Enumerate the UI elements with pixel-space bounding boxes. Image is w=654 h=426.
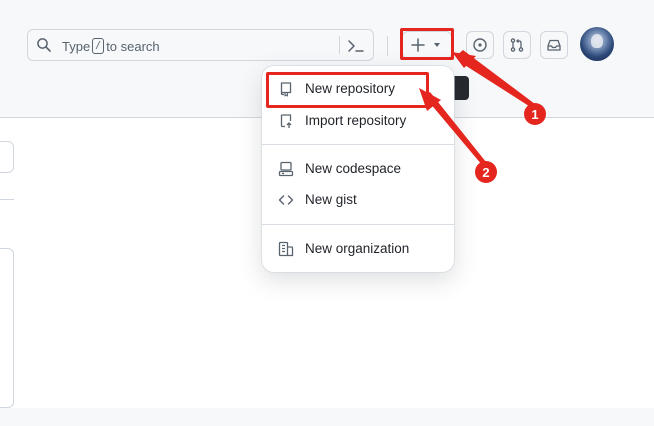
menu-divider xyxy=(262,144,454,145)
code-icon xyxy=(278,195,294,205)
content-divider xyxy=(0,199,14,200)
search-shortcut-key: / xyxy=(92,38,105,54)
menu-divider xyxy=(262,224,454,225)
inbox-icon xyxy=(547,39,561,51)
menu-item-new-gist[interactable]: New gist xyxy=(270,184,446,216)
new-repository-highlight xyxy=(266,72,429,108)
menu-item-label: New codespace xyxy=(305,161,402,176)
menu-item-label: Import repository xyxy=(305,113,407,128)
menu-item-label: New gist xyxy=(305,192,357,207)
codespaces-icon xyxy=(278,161,294,177)
content-box xyxy=(0,141,14,173)
menu-item-label: New organization xyxy=(305,241,410,256)
menu-item-new-organization[interactable]: New organization xyxy=(270,233,446,265)
menu-item-new-codespace[interactable]: New codespace xyxy=(270,153,446,185)
screenshot-stage: Type / to search New repository Import r… xyxy=(0,0,654,426)
create-button-highlight xyxy=(400,28,454,60)
content-panel xyxy=(0,248,14,408)
search-suffix: to search xyxy=(106,38,160,54)
search-icon xyxy=(37,38,51,52)
inbox-button[interactable] xyxy=(540,31,568,59)
menu-item-import-repository[interactable]: Import repository xyxy=(270,105,446,137)
git-pull-request-icon xyxy=(510,38,524,52)
repo-push-icon xyxy=(280,114,292,128)
step-badge-2: 2 xyxy=(475,161,497,183)
search-divider xyxy=(339,36,340,54)
search-prefix: Type xyxy=(62,38,91,54)
pull-requests-button[interactable] xyxy=(503,31,531,59)
header-divider xyxy=(387,36,388,56)
search-input[interactable]: Type / to search xyxy=(27,29,374,61)
issue-opened-icon xyxy=(473,38,487,52)
organization-icon xyxy=(278,241,294,257)
footer-band xyxy=(0,408,654,426)
issues-button[interactable] xyxy=(466,31,494,59)
command-palette-icon[interactable] xyxy=(346,37,366,55)
search-placeholder: Type / to search xyxy=(62,38,160,54)
step-badge-1: 1 xyxy=(524,103,546,125)
user-avatar[interactable] xyxy=(580,27,614,61)
